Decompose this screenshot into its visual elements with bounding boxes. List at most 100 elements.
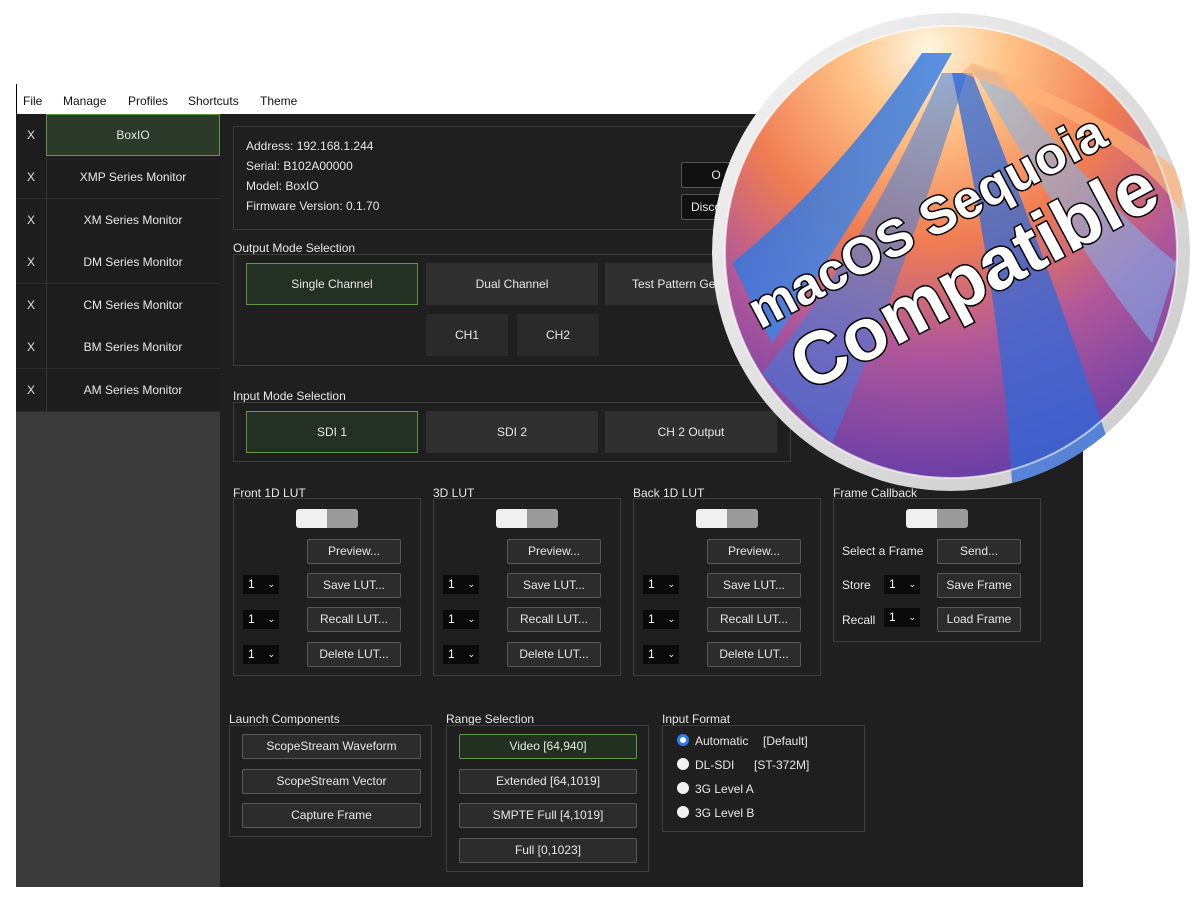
store-label: Store — [842, 578, 871, 592]
remove-device-button[interactable]: X — [16, 241, 47, 283]
chevron-down-icon: ⌄ — [267, 614, 275, 624]
radio-dl-sdi[interactable] — [677, 758, 689, 770]
3d-lut-toggle[interactable] — [496, 509, 558, 528]
ch1-button[interactable]: CH1 — [426, 314, 508, 356]
device-item-bm[interactable]: BM Series Monitor — [46, 326, 220, 368]
save-frame-button[interactable]: Save Frame — [937, 573, 1021, 598]
front-lut-recall-button[interactable]: Recall LUT... — [307, 607, 401, 632]
chevron-down-icon: ⌄ — [267, 649, 275, 659]
automatic-note: [Default] — [763, 734, 808, 748]
3d-lut-save-button[interactable]: Save LUT... — [507, 573, 601, 598]
chevron-down-icon: ⌄ — [667, 579, 675, 589]
front-lut-save-button[interactable]: Save LUT... — [307, 573, 401, 598]
back-lut-save-slot[interactable]: 1 ⌄ — [643, 575, 679, 594]
menu-profiles[interactable]: Profiles — [128, 94, 168, 108]
menu-shortcuts[interactable]: Shortcuts — [188, 94, 239, 108]
device-item-boxio[interactable]: BoxIO — [46, 114, 220, 156]
chevron-down-icon: ⌄ — [467, 614, 475, 624]
scopestream-vector-button[interactable]: ScopeStream Vector — [242, 769, 421, 794]
3d-lut-save-slot[interactable]: 1 ⌄ — [443, 575, 479, 594]
back-lut-preview-button[interactable]: Preview... — [707, 539, 801, 564]
3g-level-b-label: 3G Level B — [695, 806, 755, 820]
scopestream-waveform-button[interactable]: ScopeStream Waveform — [242, 734, 421, 759]
dl-sdi-label: DL-SDI — [695, 758, 735, 772]
ch2-button[interactable]: CH2 — [517, 314, 599, 356]
launch-components-title: Launch Components — [229, 712, 340, 726]
range-video-button[interactable]: Video [64,940] — [459, 734, 637, 759]
device-firmware: Firmware Version: 0.1.70 — [246, 199, 380, 213]
device-model: Model: BoxIO — [246, 179, 319, 193]
remove-device-button[interactable]: X — [16, 114, 47, 156]
3g-level-a-label: 3G Level A — [695, 782, 754, 796]
automatic-label: Automatic — [695, 734, 749, 748]
back-lut-save-button[interactable]: Save LUT... — [707, 573, 801, 598]
range-extended-button[interactable]: Extended [64,1019] — [459, 769, 637, 794]
back-lut-toggle[interactable] — [696, 509, 758, 528]
input-mode-title: Input Mode Selection — [233, 389, 346, 403]
radio-automatic[interactable] — [677, 734, 689, 746]
dual-channel-button[interactable]: Dual Channel — [426, 263, 598, 305]
input-format-title: Input Format — [662, 712, 731, 726]
send-frame-button[interactable]: Send... — [937, 539, 1021, 564]
back-lut-recall-slot[interactable]: 1 ⌄ — [643, 610, 679, 629]
front-lut-delete-slot[interactable]: 1 ⌄ — [243, 645, 279, 664]
remove-device-button[interactable]: X — [16, 199, 47, 241]
device-row-cm: X CM Series Monitor — [16, 284, 220, 327]
sdi1-button[interactable]: SDI 1 — [246, 411, 418, 453]
remove-device-button[interactable]: X — [16, 284, 47, 326]
back-lut-recall-button[interactable]: Recall LUT... — [707, 607, 801, 632]
device-row-xmp: X XMP Series Monitor — [16, 156, 220, 199]
store-slot-select[interactable]: 1 ⌄ — [884, 575, 920, 594]
recall-slot-select[interactable]: 1 ⌄ — [884, 608, 920, 627]
capture-frame-button[interactable]: Capture Frame — [242, 803, 421, 828]
remove-device-button[interactable]: X — [16, 326, 47, 368]
ch2-output-button[interactable]: CH 2 Output — [605, 411, 777, 453]
chevron-down-icon: ⌄ — [908, 612, 916, 622]
3d-lut-recall-button[interactable]: Recall LUT... — [507, 607, 601, 632]
chevron-down-icon: ⌄ — [467, 579, 475, 589]
single-channel-button[interactable]: Single Channel — [246, 263, 418, 305]
front-lut-recall-slot[interactable]: 1 ⌄ — [243, 610, 279, 629]
front-lut-save-slot[interactable]: 1 ⌄ — [243, 575, 279, 594]
menu-file[interactable]: File — [23, 94, 42, 108]
device-row-xm: X XM Series Monitor — [16, 199, 220, 242]
sdi2-button[interactable]: SDI 2 — [426, 411, 598, 453]
3d-lut-recall-slot[interactable]: 1 ⌄ — [443, 610, 479, 629]
device-serial: Serial: B102A00000 — [246, 159, 353, 173]
macos-sequoia-badge: macOS Sequoia Compatible — [712, 13, 1190, 491]
device-item-cm[interactable]: CM Series Monitor — [46, 284, 220, 326]
3d-lut-delete-slot[interactable]: 1 ⌄ — [443, 645, 479, 664]
sequoia-wallpaper-icon: macOS Sequoia Compatible — [712, 13, 1190, 491]
range-full-button[interactable]: Full [0,1023] — [459, 838, 637, 863]
device-item-dm[interactable]: DM Series Monitor — [46, 241, 220, 283]
menu-manage[interactable]: Manage — [63, 94, 106, 108]
back-lut-delete-button[interactable]: Delete LUT... — [707, 642, 801, 667]
chevron-down-icon: ⌄ — [908, 579, 916, 589]
remove-device-button[interactable]: X — [16, 369, 47, 411]
load-frame-button[interactable]: Load Frame — [937, 607, 1021, 632]
device-item-am[interactable]: AM Series Monitor — [46, 369, 220, 411]
chevron-down-icon: ⌄ — [467, 649, 475, 659]
device-row-am: X AM Series Monitor — [16, 369, 220, 412]
range-selection-title: Range Selection — [446, 712, 535, 726]
device-item-xm[interactable]: XM Series Monitor — [46, 199, 220, 241]
device-item-xmp[interactable]: XMP Series Monitor — [46, 156, 220, 198]
back-lut-delete-slot[interactable]: 1 ⌄ — [643, 645, 679, 664]
3d-lut-preview-button[interactable]: Preview... — [507, 539, 601, 564]
frame-callback-toggle[interactable] — [906, 509, 968, 528]
front-lut-delete-button[interactable]: Delete LUT... — [307, 642, 401, 667]
range-smpte-full-button[interactable]: SMPTE Full [4,1019] — [459, 803, 637, 828]
device-address: Address: 192.168.1.244 — [246, 139, 374, 153]
menu-theme[interactable]: Theme — [260, 94, 297, 108]
remove-device-button[interactable]: X — [16, 156, 47, 198]
chevron-down-icon: ⌄ — [267, 579, 275, 589]
device-row-boxio: X BoxIO — [16, 114, 220, 157]
radio-3g-level-a[interactable] — [677, 782, 689, 794]
device-row-dm: X DM Series Monitor — [16, 241, 220, 284]
radio-3g-level-b[interactable] — [677, 806, 689, 818]
select-frame-label: Select a Frame — [842, 544, 924, 558]
front-lut-toggle[interactable] — [296, 509, 358, 528]
dl-sdi-note: [ST-372M] — [754, 758, 810, 772]
front-lut-preview-button[interactable]: Preview... — [307, 539, 401, 564]
3d-lut-delete-button[interactable]: Delete LUT... — [507, 642, 601, 667]
